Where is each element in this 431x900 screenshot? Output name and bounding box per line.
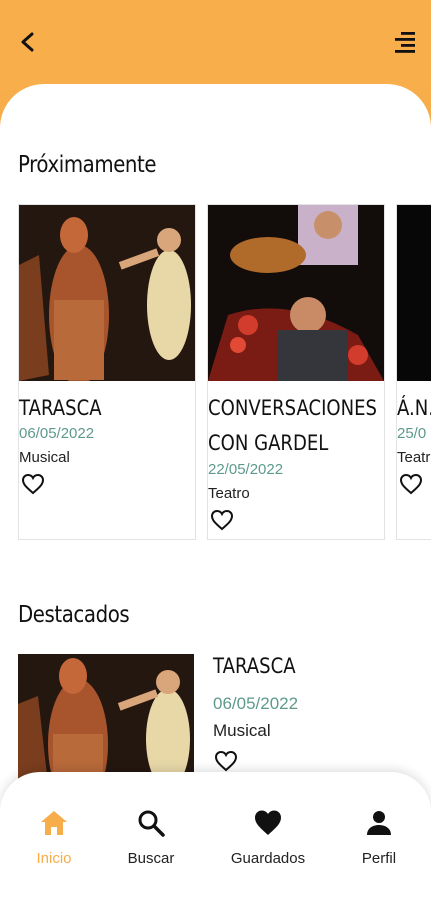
event-date: 06/05/2022: [19, 425, 95, 442]
featured-title: TARASCA: [213, 654, 296, 678]
nav-label: Perfil: [361, 850, 397, 867]
featured-item[interactable]: TARASCA 06/05/2022 Musical: [18, 654, 431, 784]
nav-item-inicio[interactable]: Inicio: [4, 808, 104, 867]
home-icon: [41, 811, 67, 835]
event-title: TARASCA: [19, 396, 102, 420]
event-date: 22/05/2022: [208, 461, 284, 478]
event-card[interactable]: CONVERSACIONES CON GARDEL 22/05/2022 Tea…: [207, 204, 385, 540]
nav-label: Buscar: [127, 850, 175, 867]
event-title: CONVERSACIONES CON GARDEL: [208, 396, 378, 455]
featured-date: 06/05/2022: [213, 694, 299, 713]
event-date: 25/0: [397, 425, 427, 442]
featured-section-title: Destacados: [18, 602, 130, 628]
event-card[interactable]: Á.N. 25/0 Teatr: [396, 204, 431, 540]
heart-outline-icon[interactable]: [210, 509, 234, 531]
nav-item-perfil[interactable]: Perfil: [329, 808, 429, 867]
person-icon: [367, 811, 391, 835]
featured-image: [18, 654, 194, 784]
upcoming-section-title: Próximamente: [18, 152, 157, 178]
menu-button[interactable]: [389, 28, 419, 56]
heart-outline-icon[interactable]: [21, 473, 45, 495]
event-category: Teatr: [397, 449, 431, 466]
heart-icon: [255, 810, 281, 835]
event-category: Teatro: [208, 485, 250, 502]
search-icon: [138, 810, 165, 837]
top-app-bar: [0, 0, 431, 90]
nav-item-guardados[interactable]: Guardados: [218, 808, 318, 867]
menu-icon: [395, 32, 415, 53]
event-image: [208, 205, 384, 381]
nav-label: Guardados: [230, 850, 306, 867]
nav-item-buscar[interactable]: Buscar: [101, 808, 201, 867]
featured-category: Musical: [213, 721, 271, 740]
event-category: Musical: [19, 449, 70, 466]
heart-outline-icon[interactable]: [214, 750, 238, 772]
event-title: Á.N.: [397, 396, 431, 420]
nav-label: Inicio: [36, 850, 72, 867]
upcoming-carousel[interactable]: TARASCA 06/05/2022 Musical CONVERSACIONE…: [18, 204, 431, 540]
bottom-navigation: Inicio Buscar Guardados Perfil: [0, 772, 431, 900]
event-card[interactable]: TARASCA 06/05/2022 Musical: [18, 204, 196, 540]
back-button[interactable]: [14, 28, 42, 56]
event-image: [19, 205, 195, 381]
heart-outline-icon[interactable]: [399, 473, 423, 495]
event-image: [397, 205, 431, 381]
arrow-back-icon: [21, 32, 34, 52]
